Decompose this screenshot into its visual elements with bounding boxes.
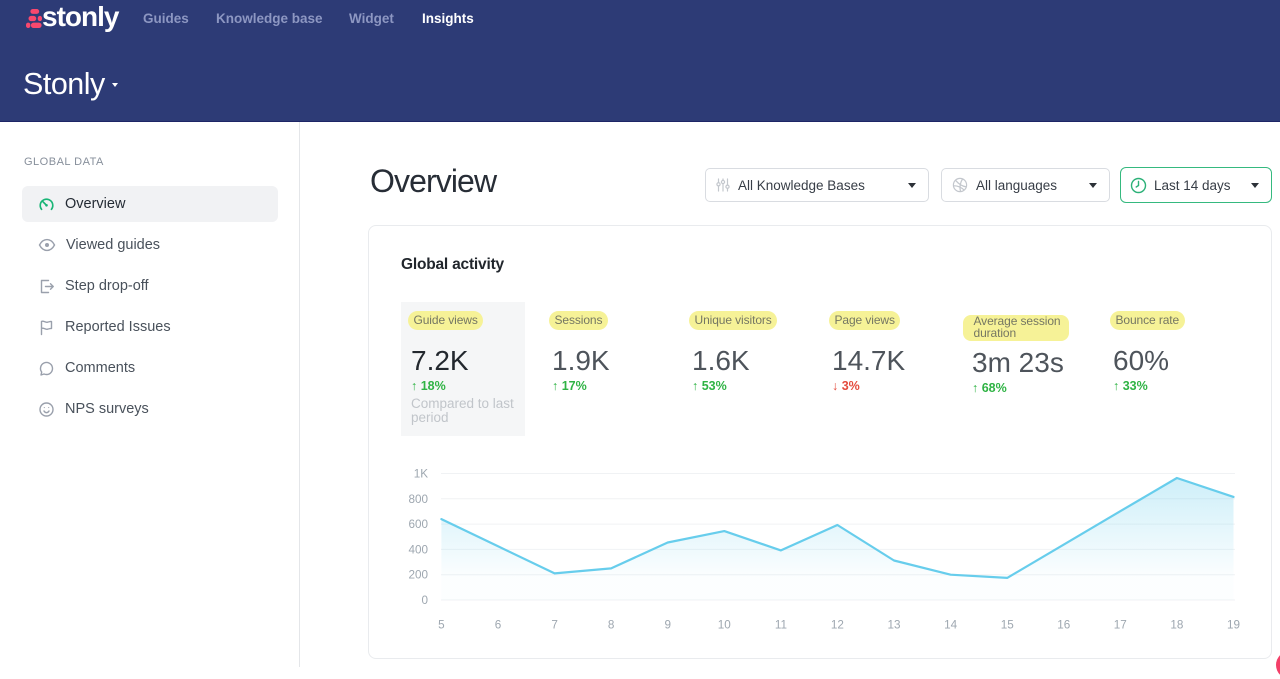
svg-text:200: 200 [408, 569, 428, 582]
svg-text:16: 16 [1057, 618, 1070, 631]
svg-text:9: 9 [664, 618, 671, 631]
svg-text:0: 0 [421, 594, 428, 607]
svg-text:10: 10 [718, 618, 732, 631]
svg-text:6: 6 [495, 618, 502, 631]
svg-text:5: 5 [438, 618, 445, 631]
svg-text:19: 19 [1227, 618, 1240, 631]
svg-text:14: 14 [944, 618, 958, 631]
svg-text:400: 400 [408, 543, 428, 556]
svg-text:15: 15 [1001, 618, 1015, 631]
svg-text:1K: 1K [414, 468, 429, 481]
svg-text:12: 12 [831, 618, 844, 631]
svg-text:11: 11 [775, 618, 787, 631]
svg-text:18: 18 [1170, 618, 1183, 631]
svg-text:17: 17 [1114, 618, 1127, 631]
svg-text:13: 13 [887, 618, 900, 631]
svg-text:7: 7 [551, 618, 558, 631]
svg-text:8: 8 [608, 618, 615, 631]
svg-text:800: 800 [408, 493, 428, 506]
svg-text:600: 600 [408, 518, 428, 531]
